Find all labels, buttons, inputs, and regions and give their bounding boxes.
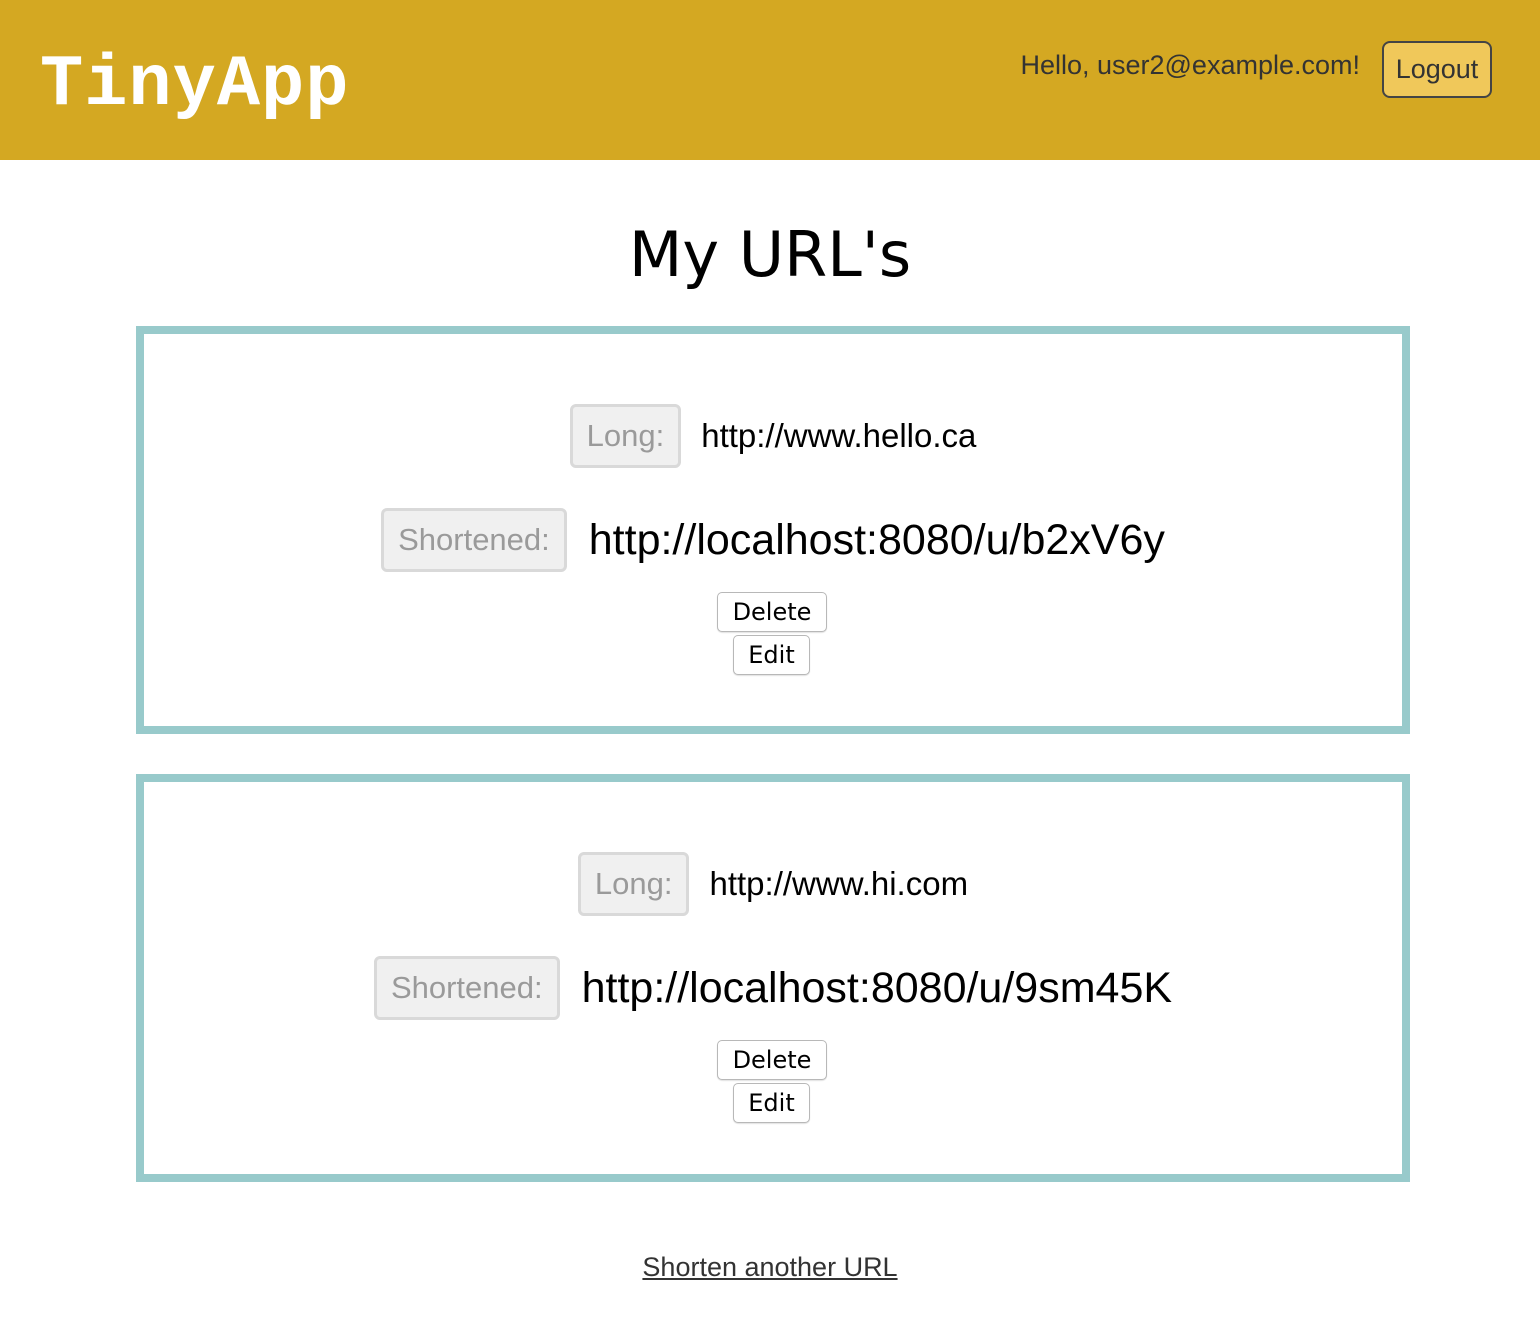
long-url-row: Long: http://www.hello.ca: [144, 404, 1402, 468]
short-url-row: Shortened: http://localhost:8080/u/b2xV6…: [144, 508, 1402, 572]
short-url-value: http://localhost:8080/u/b2xV6y: [588, 515, 1165, 564]
footer: Shorten another URL: [0, 1250, 1540, 1284]
short-url-tag: Shortened:: [381, 508, 567, 572]
short-url-row: Shortened: http://localhost:8080/u/9sm45…: [144, 956, 1402, 1020]
delete-button[interactable]: Delete: [717, 1040, 827, 1080]
edit-button[interactable]: Edit: [733, 635, 810, 675]
url-card: Long: http://www.hello.ca Shortened: htt…: [136, 326, 1410, 734]
user-greeting: Hello, user2@example.com!: [1020, 50, 1360, 80]
short-url-tag: Shortened:: [373, 956, 560, 1020]
long-url-tag: Long:: [577, 852, 690, 916]
logout-button[interactable]: Logout: [1382, 41, 1492, 98]
short-url-value: http://localhost:8080/u/9sm45K: [581, 963, 1173, 1012]
page-title: My URL's: [628, 218, 912, 291]
long-url-row: Long: http://www.hi.com: [144, 852, 1402, 916]
url-card: Long: http://www.hi.com Shortened: http:…: [136, 774, 1410, 1182]
delete-button[interactable]: Delete: [717, 592, 827, 632]
app-logo-link[interactable]: TinyApp: [40, 40, 349, 130]
long-url-value: http://www.hi.com: [709, 865, 969, 902]
shorten-another-url-link[interactable]: Shorten another URL: [642, 1252, 897, 1282]
long-url-value: http://www.hello.ca: [701, 417, 977, 454]
long-url-tag: Long:: [569, 404, 682, 468]
edit-button[interactable]: Edit: [733, 1083, 810, 1123]
app-header: TinyApp Hello, user2@example.com! Logout: [0, 0, 1540, 160]
